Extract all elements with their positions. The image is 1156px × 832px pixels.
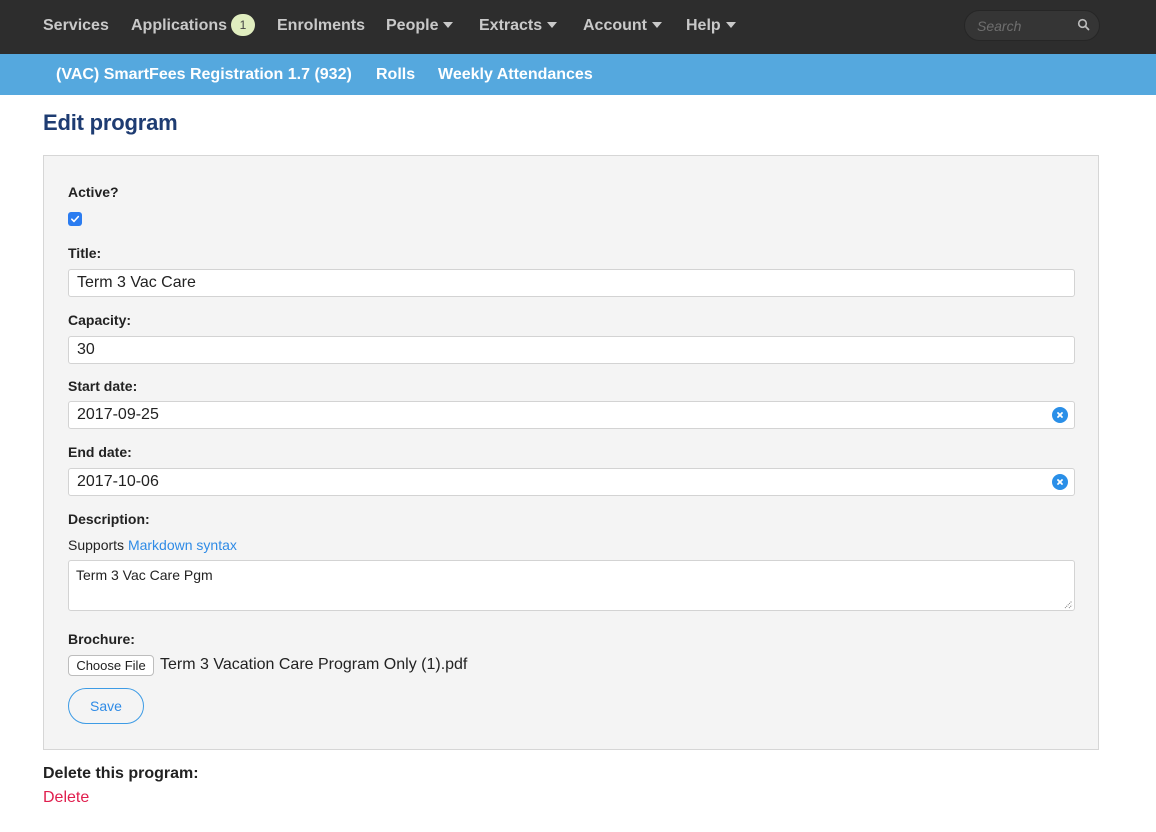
caret-down-icon	[725, 21, 736, 28]
edit-program-form: Active? Title: Capacity: Start date: End…	[43, 155, 1099, 750]
search-box	[964, 10, 1100, 41]
applications-count-badge: 1	[231, 13, 256, 36]
search-input[interactable]	[975, 16, 1071, 36]
start-date-label: Start date:	[68, 378, 138, 394]
capacity-input[interactable]	[77, 340, 1037, 360]
title-label: Title:	[68, 245, 102, 261]
choose-file-button[interactable]: Choose File	[68, 655, 154, 676]
nav-item-label: Extracts	[479, 17, 543, 34]
title-input[interactable]	[77, 273, 1037, 293]
delete-section-heading: Delete this program:	[43, 765, 199, 782]
selected-file-name: Term 3 Vacation Care Program Only (1).pd…	[160, 656, 468, 673]
active-label: Active?	[68, 184, 119, 200]
save-button[interactable]: Save	[68, 688, 144, 724]
nav-item-applications[interactable]: Applications 1	[131, 0, 256, 54]
description-field: Term 3 Vac Care Pgm	[68, 560, 1075, 611]
end-date-label: End date:	[68, 444, 132, 460]
nav-item-enrolments[interactable]: Enrolments	[277, 0, 365, 54]
end-date-clear-button[interactable]	[1052, 474, 1068, 490]
start-date-input[interactable]	[77, 405, 1037, 425]
start-date-field	[68, 401, 1075, 429]
nav-item-label: Help	[686, 17, 721, 34]
active-checkbox[interactable]	[68, 212, 82, 226]
capacity-label: Capacity:	[68, 312, 132, 328]
nav-item-people[interactable]: People	[386, 0, 454, 54]
search-icon[interactable]	[1077, 18, 1091, 32]
nav-item-label: Enrolments	[277, 17, 366, 34]
description-label: Description:	[68, 511, 150, 527]
nav-item-label: Account	[583, 17, 647, 34]
subnav-item-registration[interactable]: (VAC) SmartFees Registration 1.7 (932)	[56, 54, 352, 95]
delete-program-link[interactable]: Delete	[43, 789, 89, 807]
subnav-item-rolls[interactable]: Rolls	[376, 54, 415, 95]
brochure-label: Brochure:	[68, 631, 135, 647]
top-navbar: Services Applications 1 Enrolments People…	[0, 0, 1156, 54]
subnav-item-weekly-attendances[interactable]: Weekly Attendances	[438, 54, 593, 95]
title-field	[68, 269, 1075, 297]
page-title: Edit program	[43, 110, 178, 135]
clear-icon	[1057, 479, 1063, 485]
clear-icon	[1057, 412, 1063, 418]
checkmark-icon	[70, 215, 80, 223]
nav-item-services[interactable]: Services	[43, 0, 109, 54]
end-date-field	[68, 468, 1075, 496]
nav-item-help[interactable]: Help	[686, 0, 736, 54]
markdown-syntax-link[interactable]: Markdown syntax	[128, 537, 237, 553]
help-prefix: Supports	[68, 537, 125, 553]
sub-navbar: (VAC) SmartFees Registration 1.7 (932) R…	[0, 54, 1156, 95]
end-date-input[interactable]	[77, 472, 1037, 492]
nav-item-label: Services	[43, 17, 109, 34]
caret-down-icon	[547, 21, 558, 28]
resize-handle-icon[interactable]	[1064, 600, 1073, 609]
nav-item-account[interactable]: Account	[583, 0, 662, 54]
nav-item-extracts[interactable]: Extracts	[479, 0, 558, 54]
capacity-field	[68, 336, 1075, 364]
description-textarea[interactable]: Term 3 Vac Care Pgm	[76, 567, 1056, 605]
description-help-text: Supports Markdown syntax	[68, 537, 237, 553]
caret-down-icon	[652, 21, 662, 28]
nav-item-label: Applications	[131, 17, 228, 34]
start-date-clear-button[interactable]	[1052, 407, 1068, 423]
nav-item-label: People	[386, 17, 439, 34]
caret-down-icon	[443, 21, 454, 28]
